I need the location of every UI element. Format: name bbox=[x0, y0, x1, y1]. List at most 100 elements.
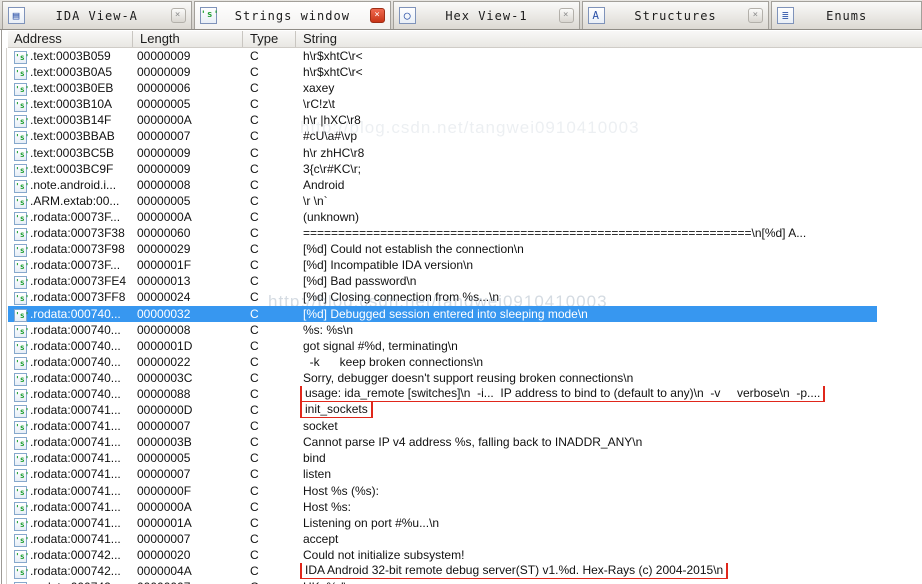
table-row[interactable]: 's' .ARM.extab:00... 00000005 C \r \n` bbox=[8, 193, 877, 209]
string-icon-cell: 's' bbox=[8, 257, 30, 274]
string-icon-cell: 's' bbox=[8, 450, 30, 467]
string-cell: HK: %d\n bbox=[296, 579, 877, 584]
close-icon[interactable]: × bbox=[370, 8, 386, 23]
hex-view-icon: ◯ bbox=[399, 7, 417, 24]
address-cell: .text:0003B0A5 bbox=[30, 65, 113, 80]
length-cell: 00000008 bbox=[137, 322, 191, 337]
type-cell: C bbox=[250, 515, 259, 530]
table-row[interactable]: 's' .rodata:000740... 00000008 C %s: %s\n bbox=[8, 322, 877, 338]
string-cell: 3{c\r#KC\r; bbox=[303, 161, 362, 176]
string-cell: accept bbox=[303, 531, 339, 546]
type-cell: C bbox=[250, 193, 259, 208]
string-icon-cell: 's' bbox=[8, 112, 30, 129]
close-icon[interactable]: × bbox=[748, 8, 764, 23]
string-icon-cell: 's' bbox=[8, 209, 30, 225]
table-row[interactable]: 's' .text:0003B0A5 00000009 Ch\r$xhtC\r< bbox=[8, 64, 877, 81]
table-row[interactable]: 's' .rodata:000740... 00000032 C [%d] Debugg… bbox=[8, 305, 877, 322]
column-header-string[interactable]: String bbox=[296, 31, 922, 47]
table-row[interactable]: 's' .rodata:000740... 0000003C C Sorry, debu… bbox=[8, 370, 877, 386]
close-icon[interactable]: × bbox=[558, 8, 574, 23]
string-icon-cell: 's' bbox=[8, 531, 30, 547]
string-icon: 's' bbox=[14, 179, 30, 193]
table-row[interactable]: 's' .text:0003B059 00000009 Ch\r$xhtC\r< bbox=[8, 48, 877, 64]
length-cell: 00000009 bbox=[137, 161, 191, 176]
close-icon[interactable]: × bbox=[170, 8, 186, 23]
table-row[interactable]: 's' .rodata:000742... 0000004A C IDA Android… bbox=[8, 563, 877, 580]
string-icon: 's' bbox=[14, 83, 30, 97]
tab-ida-view-a[interactable]: ▤ IDA View-A × bbox=[2, 1, 192, 29]
table-row[interactable]: 's'.rodata:000742...00000007CHK: %d\n bbox=[8, 579, 877, 584]
table-row[interactable]: 's' .rodata:000741... 00000005 Cbind bbox=[8, 450, 877, 467]
table-row[interactable]: 's' .rodata:000742... 00000020 C Could not i… bbox=[8, 547, 877, 563]
string-icon: 's' bbox=[14, 244, 30, 258]
length-cell: 0000000D bbox=[137, 403, 193, 418]
column-header-address[interactable]: Address bbox=[8, 31, 133, 47]
table-row[interactable]: 's' .text:0003BC5B 00000009 Ch\r zhHC\r8 bbox=[8, 145, 877, 161]
string-icon: 's' bbox=[14, 388, 30, 402]
table-row[interactable]: 's' .rodata:00073F38 00000060 C ============… bbox=[8, 225, 877, 242]
type-cell: C bbox=[250, 161, 259, 176]
column-header-length[interactable]: Length bbox=[133, 31, 243, 47]
table-row[interactable]: 's' .rodata:000740... 00000022 C -k keep br… bbox=[8, 354, 877, 370]
string-icon: 's' bbox=[14, 228, 30, 242]
table-row[interactable]: 's' .note.android.i... 00000008 C Android bbox=[8, 177, 877, 193]
length-cell: 00000029 bbox=[137, 242, 191, 257]
strings-table[interactable]: 's' .text:0003B059 00000009 Ch\r$xhtC\r<'s'… bbox=[8, 48, 877, 584]
string-cell: [%d] Incompatible IDA version\n bbox=[303, 258, 474, 273]
table-header: Address Length Type String bbox=[8, 30, 922, 48]
string-icon-cell: 's' bbox=[8, 354, 30, 370]
length-cell: 00000007 bbox=[137, 419, 191, 434]
table-row[interactable]: 's' .rodata:00073F... 0000000A C (unknown) bbox=[8, 209, 877, 225]
length-cell: 00000007 bbox=[137, 129, 191, 144]
type-cell: C bbox=[250, 306, 259, 321]
tab-bar: ▤ IDA View-A × 's' Strings window × ◯ Hex View-… bbox=[0, 0, 922, 30]
tab-strings-window[interactable]: 's' Strings window × bbox=[193, 1, 392, 29]
tab-structures[interactable]: A Structures × bbox=[581, 1, 770, 29]
string-icon: 's' bbox=[14, 437, 30, 451]
table-row[interactable]: 's' .text:0003B10A 00000005 C \rC!z\t bbox=[8, 96, 877, 113]
string-cell: [%d] Closing connection from %s...\n bbox=[303, 290, 500, 305]
table-row[interactable]: 's' .rodata:000741... 0000000D Cinit_socket… bbox=[8, 402, 877, 419]
column-header-type[interactable]: Type bbox=[243, 31, 296, 47]
table-row[interactable]: 's' .rodata:000740... 00000088 Cusage: ida_… bbox=[8, 385, 877, 403]
table-row[interactable]: 's' .text:0003B0EB 00000006 Cxaxey bbox=[8, 80, 877, 97]
table-row[interactable]: 's' .rodata:000741... 0000001A C Listening o… bbox=[8, 515, 877, 531]
length-cell: 00000005 bbox=[137, 97, 191, 112]
type-cell: C bbox=[250, 386, 259, 401]
table-row[interactable]: 's' .rodata:000741... 00000007 Caccept bbox=[8, 531, 877, 547]
tab-hex-view-1[interactable]: ◯ Hex View-1 × bbox=[393, 1, 580, 29]
string-cell: [%d] Could not establish the connection\… bbox=[303, 242, 524, 257]
type-cell: C bbox=[250, 145, 259, 160]
length-cell: 0000001D bbox=[137, 338, 193, 353]
tab-enums[interactable]: ≣ Enums bbox=[771, 1, 922, 29]
table-row[interactable]: 's' .rodata:000741... 0000000A C Host %s: bbox=[8, 499, 877, 515]
tab-label: IDA View-A bbox=[55, 8, 138, 23]
table-row[interactable]: 's' .rodata:000741... 00000007 Clisten bbox=[8, 466, 877, 483]
table-row[interactable]: 's' .text:0003BC9F 00000009 C 3{c\r#KC\r; bbox=[8, 161, 877, 177]
table-row[interactable]: 's' .rodata:00073FF8 00000024 C [%d] Closing… bbox=[8, 289, 877, 306]
length-cell: 0000004A bbox=[137, 564, 192, 578]
table-row[interactable]: 's' .rodata:000740... 0000001D Cgot signal … bbox=[8, 338, 877, 354]
address-cell: .ARM.extab:00... bbox=[30, 193, 120, 208]
table-row[interactable]: 's' .rodata:000741... 0000000F C Host %s (%s… bbox=[8, 483, 877, 499]
table-row[interactable]: 's' .rodata:000741... 0000003B C Cannot pars… bbox=[8, 434, 877, 451]
table-row[interactable]: 's' .text:0003BBAB 00000007 C #cU\a#\vp bbox=[8, 128, 877, 145]
string-cell: got signal #%d, terminating\n bbox=[303, 338, 458, 353]
length-cell: 00000013 bbox=[137, 274, 191, 289]
address-cell: .rodata:000740... bbox=[30, 386, 121, 401]
table-row[interactable]: 's' .rodata:00073F... 0000001F C [%d] Incomp… bbox=[8, 257, 877, 274]
string-icon: 's' bbox=[14, 324, 30, 338]
table-row[interactable]: 's' .rodata:00073FE4 00000013 C [%d] Bad pas… bbox=[8, 273, 877, 290]
type-cell: C bbox=[250, 419, 259, 434]
address-cell: .rodata:000740... bbox=[30, 306, 121, 321]
type-cell: C bbox=[250, 338, 259, 353]
type-cell: C bbox=[250, 290, 259, 305]
table-row[interactable]: 's' .rodata:000741... 00000007 Csocket bbox=[8, 418, 877, 435]
red-highlight-box: IDA Android 32-bit remote debug server(S… bbox=[300, 563, 729, 580]
address-cell: .rodata:000741... bbox=[30, 499, 121, 514]
table-row[interactable]: 's' .rodata:00073F98 00000029 C [%d] Could n… bbox=[8, 241, 877, 258]
string-icon-cell: 's' bbox=[8, 563, 30, 579]
table-row[interactable]: 's' .text:0003B14F 0000000A Ch\r |hXC\r8 bbox=[8, 112, 877, 129]
string-cell: Host %s: bbox=[303, 499, 352, 514]
address-cell: .rodata:000741... bbox=[30, 451, 121, 466]
